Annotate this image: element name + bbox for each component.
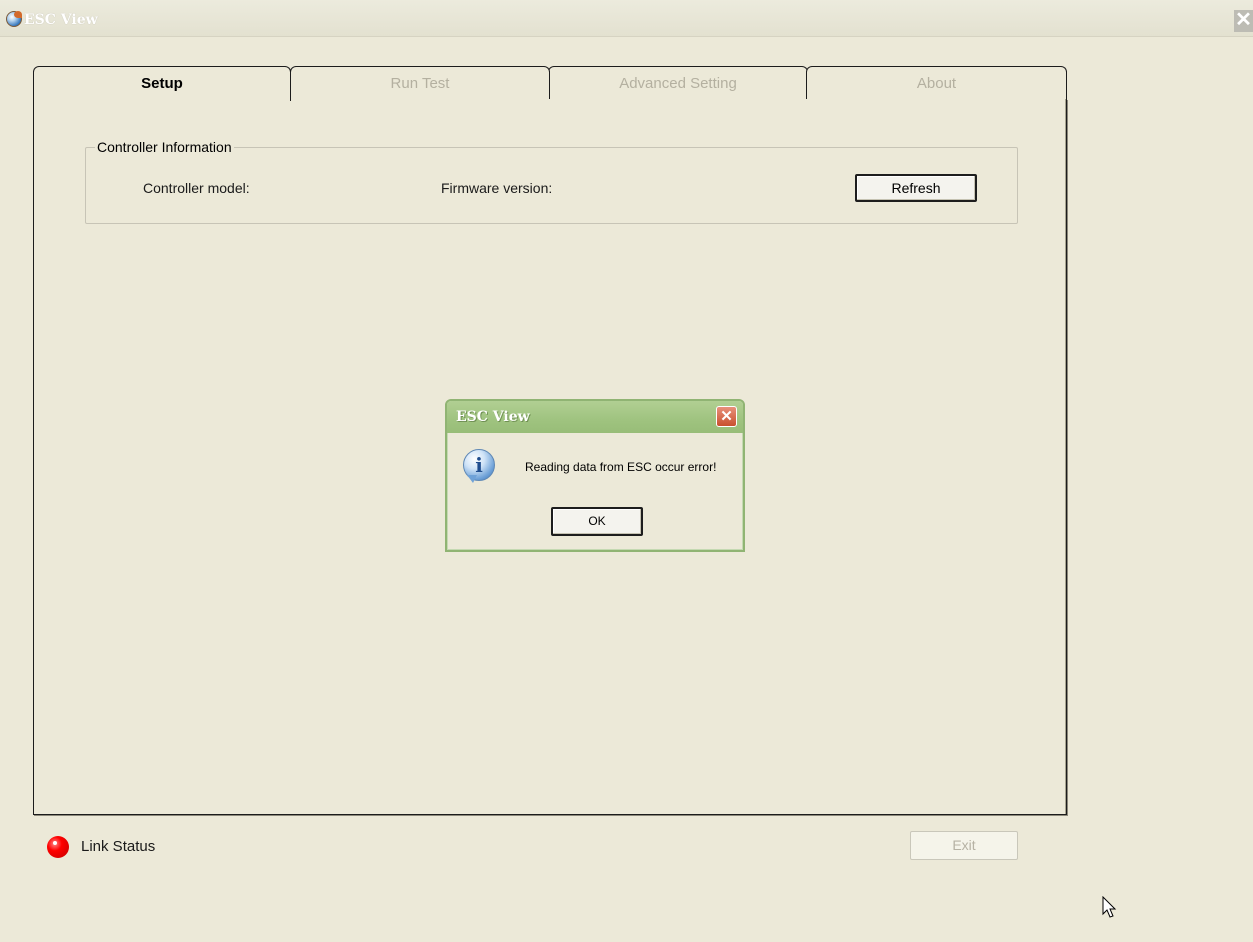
controller-information-title: Controller Information xyxy=(95,139,234,155)
link-status-label: Link Status xyxy=(81,838,156,855)
link-status-indicator-icon xyxy=(47,836,69,858)
tab-about[interactable]: About xyxy=(806,66,1067,100)
ok-button[interactable]: OK xyxy=(551,507,643,536)
window-close-button[interactable]: ✕ xyxy=(1234,10,1253,32)
controller-model-label: Controller model: xyxy=(143,180,250,196)
exit-button[interactable]: Exit xyxy=(910,831,1018,860)
tab-setup[interactable]: Setup xyxy=(33,66,291,101)
dialog-message: Reading data from ESC occur error! xyxy=(525,460,717,474)
firmware-version-label: Firmware version: xyxy=(441,180,553,196)
window-title: ESC View xyxy=(24,12,98,28)
dialog-close-button[interactable]: ✕ xyxy=(716,406,737,427)
dialog-title: ESC View xyxy=(456,409,530,425)
title-bar[interactable]: ESC View ✕ xyxy=(0,0,1253,37)
tab-advanced-setting[interactable]: Advanced Setting xyxy=(548,66,808,100)
refresh-button-label: Refresh xyxy=(891,180,941,196)
ok-button-label: OK xyxy=(588,514,606,528)
app-icon xyxy=(6,11,22,27)
error-dialog: ESC View ✕ i Reading data from ESC occur… xyxy=(445,399,745,552)
main-window: ESC View ✕ Advanced Setting About Run Te… xyxy=(0,0,1253,942)
exit-button-label: Exit xyxy=(952,837,976,853)
info-icon: i xyxy=(463,449,495,483)
tab-run-test[interactable]: Run Test xyxy=(290,66,550,100)
refresh-button[interactable]: Refresh xyxy=(855,174,977,202)
dialog-title-bar[interactable]: ESC View ✕ xyxy=(447,401,743,433)
